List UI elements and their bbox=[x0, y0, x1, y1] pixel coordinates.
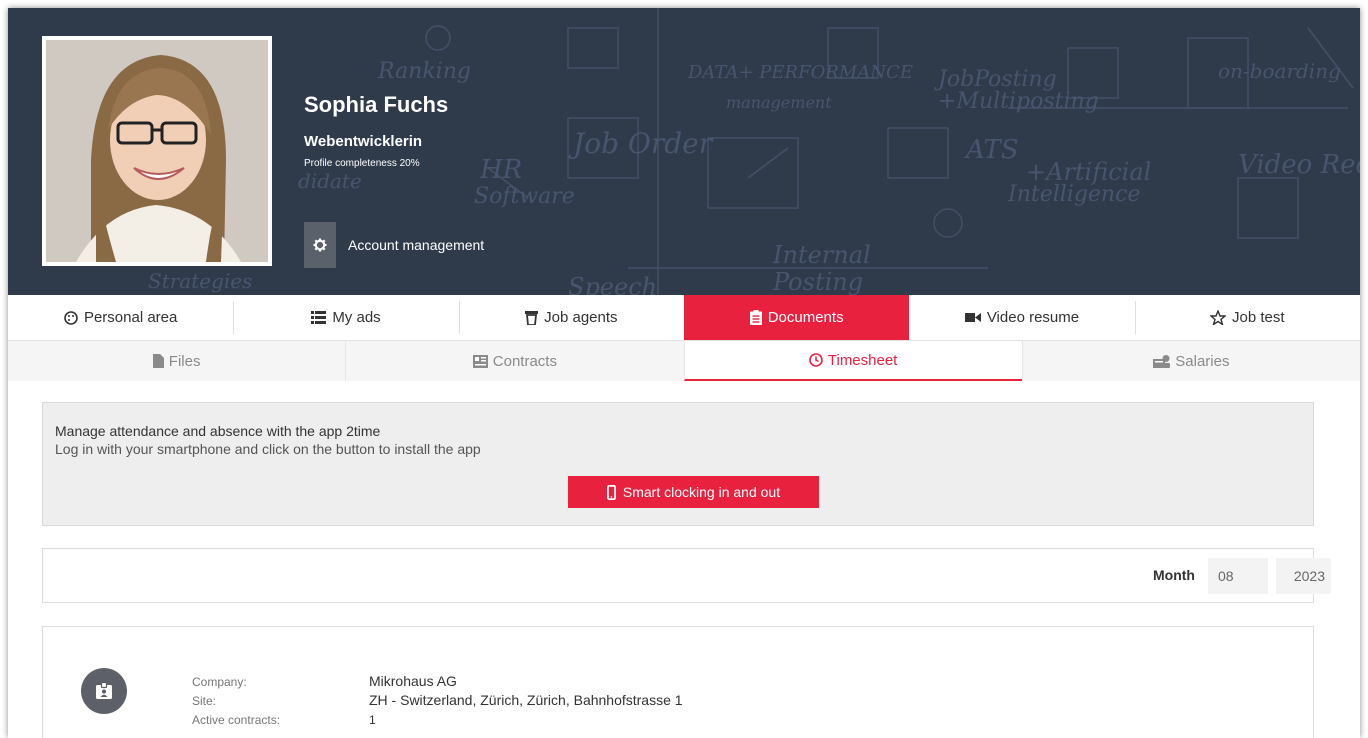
hero-word: on-boarding bbox=[1218, 59, 1341, 83]
month-filter-bar: Month bbox=[42, 548, 1331, 603]
site-value: ZH - Switzerland, Zürich, Zürich, Bahnho… bbox=[369, 692, 683, 708]
subtab-salaries[interactable]: Salaries bbox=[1021, 341, 1360, 381]
id-badge-icon bbox=[81, 668, 127, 714]
year-input[interactable] bbox=[1276, 558, 1331, 594]
tab-video-resume[interactable]: Video resume bbox=[909, 295, 1134, 340]
list-icon bbox=[311, 311, 327, 324]
page: Ranking Job Order DATA+ PERFORMANCE mana… bbox=[0, 0, 1368, 738]
hero-word: +Multiposting bbox=[938, 89, 1099, 114]
tab-label: Documents bbox=[767, 309, 844, 326]
app-info-panel: Manage attendance and absence with the a… bbox=[42, 402, 1314, 526]
info-subtitle: Log in with your smartphone and click on… bbox=[55, 441, 481, 457]
subtab-contracts[interactable]: Contracts bbox=[345, 341, 683, 381]
account-management-button[interactable]: Account management bbox=[304, 222, 484, 268]
tab-label: Video resume bbox=[986, 309, 1080, 326]
active-contracts-value: 1 bbox=[369, 713, 376, 727]
tab-label: Job test bbox=[1232, 309, 1285, 326]
profile-job-title: Webentwicklerin bbox=[304, 133, 423, 150]
document-subtabs: Files Contracts Timesheet Salaries bbox=[8, 341, 1360, 381]
hero-word: Speech bbox=[568, 273, 657, 295]
hero-word: management bbox=[726, 93, 832, 112]
smart-clocking-label: Smart clocking in and out bbox=[622, 484, 781, 500]
company-label: Company: bbox=[192, 675, 247, 689]
trash-icon bbox=[525, 310, 539, 325]
tab-documents[interactable]: Documents bbox=[683, 295, 910, 340]
active-contracts-label: Active contracts: bbox=[192, 713, 281, 727]
account-management-label: Account management bbox=[348, 237, 485, 253]
hero-word: Job Order bbox=[568, 127, 714, 160]
palette-icon bbox=[64, 310, 78, 325]
month-label: Month bbox=[1153, 567, 1195, 583]
subtab-timesheet[interactable]: Timesheet bbox=[683, 341, 1022, 381]
hero-word: HR bbox=[479, 155, 522, 185]
app-frame: Ranking Job Order DATA+ PERFORMANCE mana… bbox=[8, 8, 1360, 738]
subtab-label: Salaries bbox=[1175, 352, 1230, 370]
main-tabs: Personal area My ads Job agents Document… bbox=[8, 295, 1360, 341]
tab-personal-area[interactable]: Personal area bbox=[8, 295, 233, 340]
subtab-label: Files bbox=[168, 352, 201, 370]
info-title: Manage attendance and absence with the a… bbox=[55, 423, 381, 439]
smartphone-icon bbox=[606, 484, 616, 500]
profile-name: Sophia Fuchs bbox=[304, 92, 449, 117]
file-icon bbox=[152, 354, 164, 368]
hero-word: Internal bbox=[772, 241, 871, 269]
hero-word: ATS bbox=[964, 135, 1019, 165]
hero-word: Intelligence bbox=[1007, 182, 1140, 207]
tab-job-agents[interactable]: Job agents bbox=[458, 295, 684, 340]
contracts-icon bbox=[472, 354, 488, 368]
company-value: Mikrohaus AG bbox=[369, 673, 457, 689]
profile-header: Ranking Job Order DATA+ PERFORMANCE mana… bbox=[8, 8, 1360, 295]
hero-word: didate bbox=[298, 169, 362, 193]
subtab-label: Timesheet bbox=[827, 351, 898, 369]
month-input[interactable] bbox=[1208, 558, 1268, 594]
tab-label: Job agents bbox=[544, 309, 618, 326]
hero-word: Posting bbox=[772, 268, 863, 295]
clipboard-icon bbox=[749, 310, 762, 325]
star-outline-icon bbox=[1210, 310, 1227, 325]
hero-word: Video Recruit bbox=[1238, 150, 1360, 180]
gear-icon bbox=[304, 222, 336, 268]
salaries-icon bbox=[1153, 354, 1171, 368]
hero-word: Software bbox=[474, 184, 575, 209]
company-card: Company: Mikrohaus AG Site: ZH - Switzer… bbox=[42, 626, 1314, 738]
clock-icon bbox=[809, 353, 823, 367]
video-camera-icon bbox=[964, 312, 981, 323]
hero-word: DATA+ PERFORMANCE bbox=[687, 62, 913, 83]
profile-photo-illustration bbox=[46, 40, 268, 262]
profile-completeness: Profile completeness 20% bbox=[304, 158, 420, 169]
tab-my-ads[interactable]: My ads bbox=[233, 295, 458, 340]
site-label: Site: bbox=[192, 694, 217, 708]
tab-job-test[interactable]: Job test bbox=[1134, 295, 1360, 340]
subtab-label: Contracts bbox=[492, 352, 557, 370]
hero-word: Strategies bbox=[148, 269, 252, 293]
tab-label: My ads bbox=[332, 309, 381, 326]
profile-photo bbox=[42, 36, 272, 266]
subtab-files[interactable]: Files bbox=[8, 341, 345, 381]
hero-word: Ranking bbox=[377, 59, 471, 84]
tab-label: Personal area bbox=[83, 309, 178, 326]
smart-clocking-button[interactable]: Smart clocking in and out bbox=[568, 476, 819, 508]
